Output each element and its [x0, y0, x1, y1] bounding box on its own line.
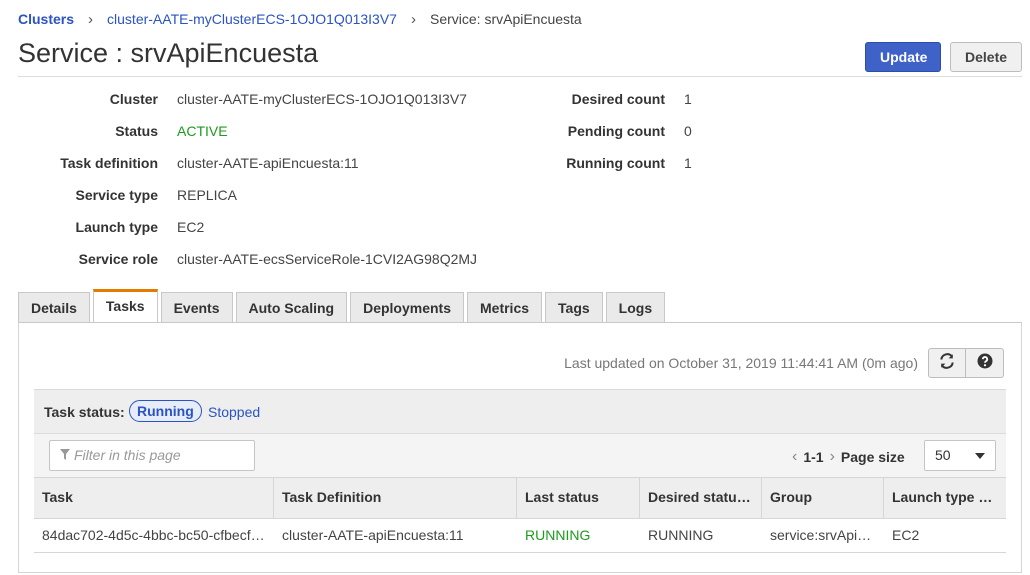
page-range: 1-1 [803, 449, 824, 465]
tab-tasks[interactable]: Tasks [92, 289, 158, 323]
task-id-link[interactable]: 84dac702-4d5c-4bbc-bc50-cfbecf… [34, 519, 274, 552]
tab-auto-scaling[interactable]: Auto Scaling [235, 292, 348, 323]
previous-page-icon[interactable]: ‹ [792, 448, 797, 466]
tasks-table: Task Task Definition Last status Desired… [34, 477, 1006, 553]
launch-type-value: EC2 [177, 219, 205, 235]
service-type-label: Service type [75, 187, 159, 203]
refresh-icon [939, 352, 955, 374]
breadcrumb-current: Service: srvApiEncuesta [429, 11, 582, 27]
task-status-bar: Task status: Running Stopped [34, 389, 1006, 434]
column-header-group[interactable]: Group [762, 478, 884, 518]
tab-tags[interactable]: Tags [545, 292, 603, 323]
column-header-task[interactable]: Task [34, 478, 274, 518]
group-cell: service:srvApi… [770, 527, 872, 543]
tab-details[interactable]: Details [18, 292, 90, 323]
desired-count-value: 1 [684, 91, 692, 107]
page-title: Service : srvApiEncuesta [18, 38, 319, 68]
desired-status-cell: RUNNING [648, 527, 714, 543]
column-header-task-definition[interactable]: Task Definition [274, 478, 517, 518]
pagination: ‹ 1-1 › Page size [792, 448, 905, 466]
launch-type-label: Launch type [75, 219, 158, 235]
running-count-value: 1 [684, 155, 692, 171]
tab-events[interactable]: Events [160, 292, 233, 323]
filter-icon [60, 441, 70, 470]
help-icon [977, 353, 993, 374]
desired-count-label: Desired count [571, 91, 665, 107]
task-definition-cell-link[interactable]: cluster-AATE-apiEncuesta:11 [274, 519, 517, 552]
breadcrumb-separator: › [410, 10, 416, 28]
tab-bar: Details Tasks Events Auto Scaling Deploy… [18, 289, 666, 323]
service-type-value: REPLICA [177, 187, 237, 203]
column-header-last-status[interactable]: Last status [517, 478, 640, 518]
filter-bar: Filter in this page ‹ 1-1 › Page size 50 [34, 433, 1006, 478]
breadcrumb-clusters-link[interactable]: Clusters [18, 11, 74, 27]
cluster-label: Cluster [109, 91, 158, 107]
last-status-cell: RUNNING [525, 527, 591, 543]
task-definition-label: Task definition [60, 155, 158, 171]
help-button[interactable] [966, 348, 1004, 378]
status-value: ACTIVE [177, 123, 228, 139]
service-role-value: cluster-AATE-ecsServiceRole-1CVI2AG98Q2M… [177, 251, 478, 267]
stopped-filter-link[interactable]: Stopped [208, 404, 260, 420]
breadcrumb: Clusters › cluster-AATE-myClusterECS-1OJ… [18, 10, 582, 28]
service-role-label: Service role [78, 251, 158, 267]
status-label: Status [115, 123, 158, 139]
table-header: Task Task Definition Last status Desired… [34, 477, 1006, 519]
page-size-label: Page size [840, 449, 905, 465]
tab-deployments[interactable]: Deployments [350, 292, 464, 323]
table-row: 84dac702-4d5c-4bbc-bc50-cfbecf… cluster-… [34, 519, 1006, 553]
task-definition-link[interactable]: cluster-AATE-apiEncuesta:11 [177, 155, 359, 171]
column-header-desired-status[interactable]: Desired statu… [640, 478, 762, 518]
breadcrumb-cluster-link[interactable]: cluster-AATE-myClusterECS-1OJO1Q013I3V7 [107, 11, 397, 27]
filter-input[interactable]: Filter in this page [49, 440, 255, 471]
refresh-button[interactable] [928, 348, 966, 378]
next-page-icon[interactable]: › [830, 448, 835, 466]
filter-placeholder: Filter in this page [74, 447, 181, 463]
tab-metrics[interactable]: Metrics [467, 292, 543, 323]
cluster-link[interactable]: cluster-AATE-myClusterECS-1OJO1Q013I3V7 [177, 91, 467, 107]
task-status-label: Task status: [44, 404, 125, 420]
last-updated-text: Last updated on October 31, 2019 11:44:4… [564, 355, 918, 371]
delete-button[interactable]: Delete [950, 42, 1022, 72]
running-count-label: Running count [566, 155, 665, 171]
launch-type-cell: EC2 [892, 527, 920, 543]
pending-count-value: 0 [684, 123, 692, 139]
chevron-down-icon [975, 453, 985, 459]
page-size-select[interactable]: 50 [924, 440, 996, 471]
column-header-launch-type[interactable]: Launch type … [884, 478, 1006, 518]
tab-logs[interactable]: Logs [605, 292, 666, 323]
update-button[interactable]: Update [865, 42, 941, 72]
page-size-value: 50 [935, 447, 951, 463]
breadcrumb-separator: › [88, 10, 94, 28]
running-filter-pill[interactable]: Running [129, 400, 202, 422]
title-divider [18, 76, 1022, 77]
pending-count-label: Pending count [567, 123, 665, 139]
